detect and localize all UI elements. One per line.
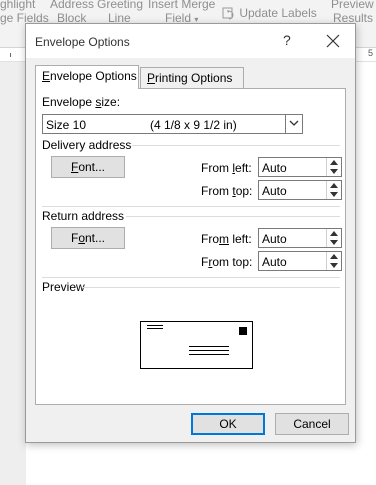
ruler-number: 5 [367, 48, 373, 58]
return-from-left-value: Auto [262, 232, 287, 246]
return-from-left-label: From left: [201, 232, 252, 246]
refresh-labels-icon [222, 7, 234, 20]
delivery-from-top-spinner [326, 181, 341, 199]
delivery-font-button[interactable]: Font... [51, 156, 125, 178]
help-button[interactable]: ? [283, 32, 291, 48]
ribbon-update-labels: Update Labels [222, 6, 317, 20]
ruler-tick [10, 53, 11, 57]
close-icon [326, 34, 340, 48]
return-from-top-up[interactable] [327, 252, 341, 261]
spin-down-icon [330, 240, 338, 245]
return-from-top-spinner [326, 252, 341, 270]
dialog-title: Envelope Options [35, 35, 130, 49]
spin-up-icon [330, 183, 338, 188]
return-from-left-up[interactable] [327, 229, 341, 238]
return-address-line [147, 328, 163, 329]
tab-envelope-options[interactable]: Envelope Options [35, 65, 139, 89]
preview-divider [83, 287, 340, 288]
return-font-button[interactable]: Font... [51, 227, 125, 249]
spin-down-icon [330, 192, 338, 197]
envelope-size-select[interactable]: Size 10 (4 1/8 x 9 1/2 in) [42, 114, 303, 134]
delivery-from-left-label: From left: [201, 161, 252, 175]
ribbon-highlight-fields-top: ghlight [0, 0, 36, 11]
envelope-preview[interactable] [140, 321, 253, 369]
envelope-options-panel: Envelope size: Size 10 (4 1/8 x 9 1/2 in… [35, 88, 346, 405]
dialog-titlebar: Envelope Options ? [26, 24, 355, 58]
return-group-bottom-divider [42, 277, 340, 278]
delivery-from-left-down[interactable] [327, 167, 341, 176]
spin-up-icon [330, 231, 338, 236]
close-button[interactable] [322, 32, 344, 50]
return-from-top-field[interactable]: Auto [258, 251, 342, 271]
delivery-from-top-up[interactable] [327, 181, 341, 190]
stamp-placeholder [239, 327, 247, 335]
delivery-address-line [189, 346, 229, 347]
spin-up-icon [330, 160, 338, 165]
return-address-heading: Return address [42, 209, 125, 223]
spin-down-icon [330, 263, 338, 268]
delivery-address-divider [132, 145, 340, 146]
preview-heading: Preview [42, 280, 85, 294]
delivery-from-left-up[interactable] [327, 158, 341, 167]
envelope-size-name: Size 10 [46, 118, 87, 132]
return-from-left-spinner [326, 229, 341, 247]
return-from-left-field[interactable]: Auto [258, 228, 342, 248]
delivery-from-top-down[interactable] [327, 190, 341, 199]
spin-up-icon [330, 254, 338, 259]
return-from-top-down[interactable] [327, 261, 341, 270]
delivery-from-top-field[interactable]: Auto [258, 180, 342, 200]
delivery-address-line [189, 350, 229, 351]
delivery-from-top-value: Auto [262, 184, 287, 198]
envelope-size-dropdown-button[interactable] [285, 115, 302, 133]
delivery-from-top-label: From top: [201, 184, 253, 198]
return-address-line [147, 325, 163, 326]
delivery-group-bottom-divider [42, 206, 340, 207]
delivery-address-line [189, 354, 229, 355]
spin-down-icon [330, 169, 338, 174]
delivery-from-left-spinner [326, 158, 341, 176]
ribbon-address-block-top: Address [50, 0, 95, 11]
ribbon-greeting-line-top: Greeting [97, 0, 144, 11]
tab-printing-options[interactable]: Printing Options [140, 67, 244, 88]
return-address-divider [126, 216, 340, 217]
delivery-from-left-field[interactable]: Auto [258, 157, 342, 177]
delivery-address-heading: Delivery address [42, 138, 132, 152]
ribbon-preview-results-top: Preview [331, 0, 374, 11]
return-from-left-down[interactable] [327, 238, 341, 247]
envelope-size-label: Envelope size: [42, 95, 121, 109]
return-from-top-value: Auto [262, 255, 287, 269]
return-from-top-label: From top: [201, 255, 253, 269]
chevron-down-icon [289, 120, 299, 126]
document-margin [0, 62, 26, 485]
ok-button[interactable]: OK [191, 413, 265, 435]
envelope-size-dimensions: (4 1/8 x 9 1/2 in) [150, 118, 237, 132]
cancel-button[interactable]: Cancel [275, 413, 349, 435]
envelope-options-dialog: Envelope Options ? Envelope Options Prin… [25, 23, 356, 443]
delivery-from-left-value: Auto [262, 161, 287, 175]
ribbon-insert-merge-field-top: Insert Merge [148, 0, 216, 11]
